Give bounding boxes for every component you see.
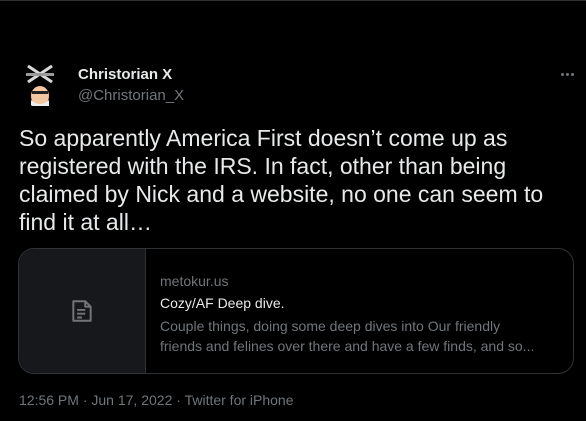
link-card-description: Couple things, doing some deep dives int…	[160, 316, 560, 356]
tweet-source[interactable]: Twitter for iPhone	[185, 392, 294, 408]
link-card-title: Cozy/AF Deep dive.	[160, 295, 285, 311]
author-handle[interactable]: @Christorian_X	[78, 87, 184, 104]
avatar-image	[18, 60, 66, 108]
link-card[interactable]: metokur.us Cozy/AF Deep dive. Couple thi…	[18, 248, 574, 374]
tweet-meta: 12:56 PM · Jun 17, 2022 · Twitter for iP…	[19, 392, 294, 408]
dot	[560, 72, 564, 76]
link-card-thumbnail	[19, 249, 146, 373]
link-card-domain: metokur.us	[160, 273, 229, 289]
tweet-text: So apparently America First doesn’t come…	[19, 125, 544, 235]
author-name[interactable]: Christorian X	[78, 66, 172, 83]
link-card-description-line: friends and felines over there and have …	[160, 338, 535, 354]
meta-separator: ·	[172, 392, 185, 408]
document-icon	[72, 300, 92, 322]
divider	[0, 0, 586, 1]
tweet-date[interactable]: Jun 17, 2022	[91, 392, 172, 408]
link-card-text: metokur.us Cozy/AF Deep dive. Couple thi…	[160, 272, 560, 356]
tweet-time[interactable]: 12:56 PM	[19, 392, 79, 408]
avatar[interactable]	[18, 60, 66, 108]
link-card-description-line: Couple things, doing some deep dives int…	[160, 318, 501, 334]
more-options-icon[interactable]	[555, 64, 579, 84]
dot	[570, 72, 574, 76]
dot	[565, 72, 569, 76]
meta-separator: ·	[78, 392, 92, 408]
tweet: Christorian X @Christorian_X So apparent…	[0, 0, 586, 421]
